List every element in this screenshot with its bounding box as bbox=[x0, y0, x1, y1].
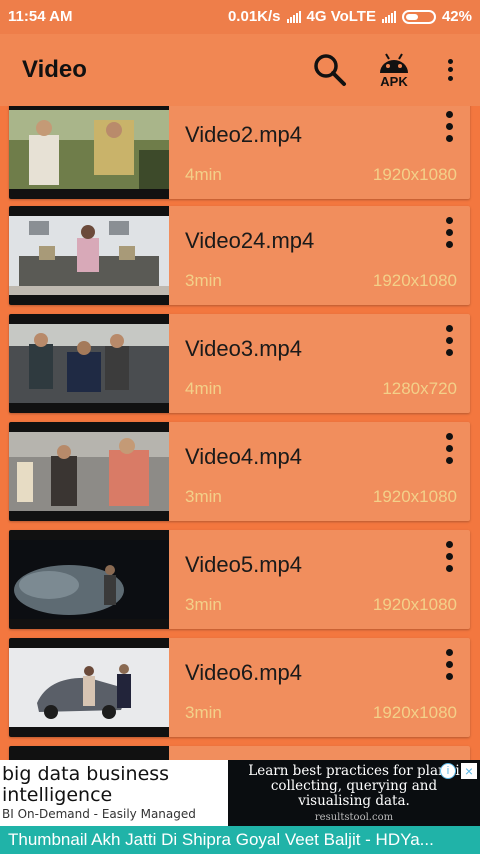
video-list-item[interactable]: Video24.mp4 3min 1920x1080 bbox=[9, 206, 470, 305]
video-list-item[interactable]: Video5.mp4 3min 1920x1080 bbox=[9, 530, 470, 629]
video-list[interactable]: Video2.mp4 4min 1920x1080 Video24.mp4 3m… bbox=[0, 106, 480, 760]
video-duration: 4min bbox=[185, 379, 222, 398]
video-list-item[interactable]: Video2.mp4 4min 1920x1080 bbox=[9, 106, 470, 199]
video-thumbnail bbox=[9, 314, 169, 413]
android-icon bbox=[380, 52, 408, 73]
video-thumbnail bbox=[9, 638, 169, 737]
page-title: Video bbox=[22, 56, 87, 83]
video-resolution: 1920x1080 bbox=[372, 595, 457, 614]
scrolling-ticker[interactable]: Thumbnail Akh Jatti Di Shipra Goyal Veet… bbox=[0, 826, 480, 854]
ad-text-block[interactable]: big data business intelligence BI On-Dem… bbox=[0, 760, 226, 826]
item-menu-button[interactable] bbox=[438, 108, 460, 144]
video-list-item[interactable]: Video3.mp4 4min 1280x720 bbox=[9, 314, 470, 413]
video-title: Video4.mp4 bbox=[185, 444, 303, 469]
ad-headline: big data business intelligence bbox=[2, 763, 170, 806]
video-duration: 3min bbox=[185, 595, 222, 614]
video-resolution: 1920x1080 bbox=[372, 703, 457, 722]
video-title: Video2.mp4 bbox=[185, 122, 303, 147]
video-title: Video3.mp4 bbox=[185, 336, 303, 361]
ad-subline: BI On-Demand - Easily Managed bbox=[2, 807, 196, 821]
video-thumbnail bbox=[9, 106, 169, 199]
video-duration: 4min bbox=[185, 165, 222, 184]
video-list-item[interactable]: Video4.mp4 3min 1920x1080 bbox=[9, 422, 470, 521]
search-button[interactable] bbox=[308, 48, 352, 92]
status-bar: 11:54 AM 0.01K/s 4G VoLTE 42% bbox=[0, 0, 480, 34]
battery-icon bbox=[401, 9, 436, 24]
network-speed: 0.01K/s bbox=[227, 8, 281, 25]
apk-button[interactable]: APK bbox=[372, 48, 416, 92]
item-menu-button[interactable] bbox=[438, 322, 460, 358]
video-duration: 3min bbox=[185, 271, 222, 290]
overflow-menu-button[interactable] bbox=[428, 48, 472, 92]
ad-source: resultstool.com bbox=[314, 812, 394, 823]
signal-icon-2 bbox=[381, 10, 396, 23]
item-menu-button[interactable] bbox=[438, 214, 460, 250]
apk-label: APK bbox=[380, 73, 408, 89]
status-time: 11:54 AM bbox=[8, 8, 73, 25]
item-menu-button[interactable] bbox=[438, 646, 460, 682]
video-list-item-partial[interactable] bbox=[9, 746, 470, 760]
video-resolution: 1920x1080 bbox=[372, 165, 457, 184]
video-thumbnail bbox=[9, 206, 169, 305]
video-duration: 3min bbox=[185, 487, 222, 506]
video-resolution: 1280x720 bbox=[382, 379, 457, 398]
video-resolution: 1920x1080 bbox=[372, 487, 457, 506]
item-menu-button[interactable] bbox=[438, 430, 460, 466]
video-thumbnail bbox=[9, 530, 169, 629]
network-type: 4G VoLTE bbox=[306, 8, 376, 25]
video-list-item[interactable]: Video6.mp4 3min 1920x1080 bbox=[9, 638, 470, 737]
ad-close-icon[interactable]: × bbox=[461, 763, 477, 779]
ad-banner[interactable]: big data business intelligence BI On-Dem… bbox=[0, 760, 480, 826]
video-duration: 3min bbox=[185, 703, 222, 722]
app-bar: Video APK bbox=[0, 34, 480, 106]
video-title: Video6.mp4 bbox=[185, 660, 303, 685]
signal-icon bbox=[286, 10, 301, 23]
video-resolution: 1920x1080 bbox=[372, 271, 457, 290]
more-vert-icon bbox=[439, 57, 461, 83]
search-icon bbox=[314, 54, 346, 86]
video-title: Video24.mp4 bbox=[185, 228, 315, 253]
video-title: Video5.mp4 bbox=[185, 552, 303, 577]
status-right: 0.01K/s 4G VoLTE 42% bbox=[228, 8, 472, 25]
video-thumbnail bbox=[9, 746, 169, 760]
video-thumbnail bbox=[9, 422, 169, 521]
item-menu-button[interactable] bbox=[438, 538, 460, 574]
battery-percent: 42% bbox=[441, 8, 472, 25]
ad-info-icon[interactable]: i bbox=[440, 763, 456, 779]
